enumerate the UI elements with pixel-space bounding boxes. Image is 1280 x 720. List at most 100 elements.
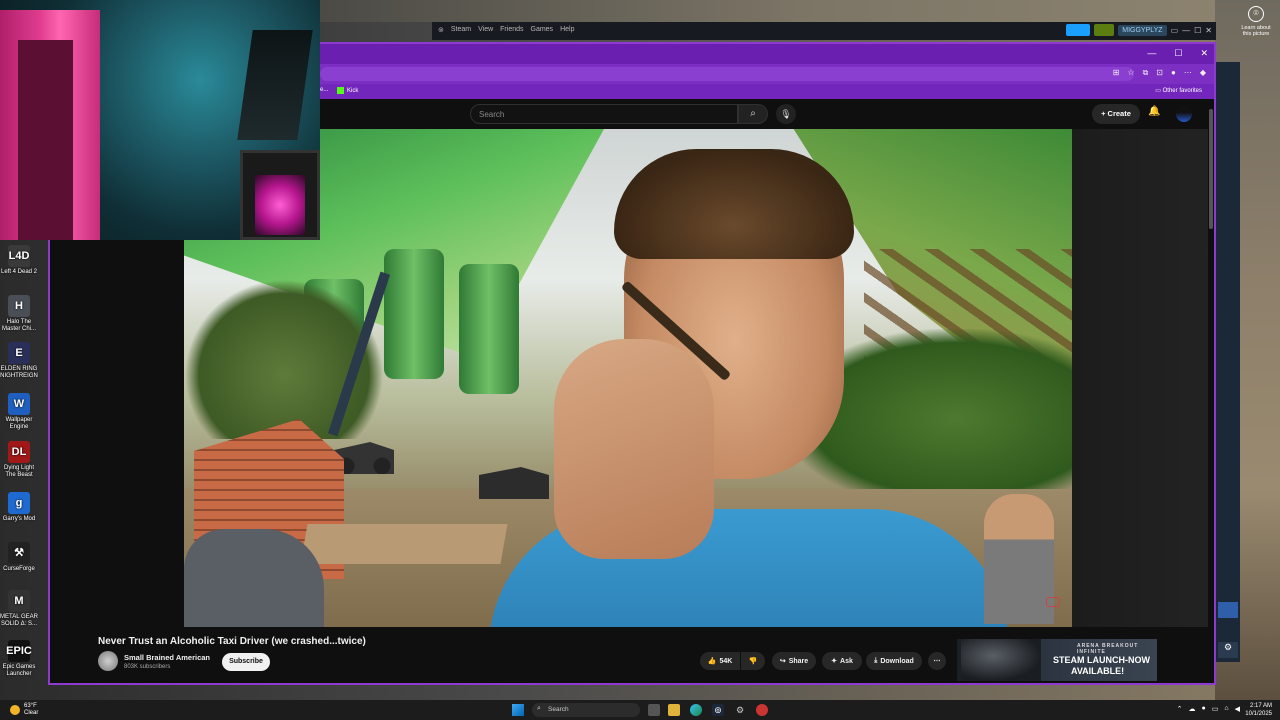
more-actions-button[interactable]: ⋯ bbox=[928, 652, 946, 670]
favorite-kick-label: Kick bbox=[347, 87, 359, 94]
video-side-panel bbox=[1072, 129, 1214, 627]
ask-button[interactable]: ✦ Ask bbox=[822, 652, 862, 670]
steam-menu-help[interactable]: Help bbox=[560, 26, 574, 34]
desktop-icon[interactable]: L4D Left 4 Dead 2 bbox=[0, 245, 38, 276]
other-favorites[interactable]: ▭ Other favorites bbox=[1155, 87, 1202, 94]
maximize-icon[interactable]: ☐ bbox=[1174, 48, 1182, 59]
app-icon: H bbox=[8, 295, 30, 317]
more-icon[interactable]: ⋯ bbox=[1184, 68, 1192, 78]
search-input[interactable]: Search bbox=[470, 104, 738, 124]
subscribe-button[interactable]: Subscribe bbox=[222, 653, 270, 671]
steam-user-menu[interactable]: MIGGYPLYZ bbox=[1118, 24, 1167, 36]
desktop-icon[interactable]: EPIC Epic Games Launcher bbox=[0, 640, 38, 678]
favorite-truncated[interactable]: e... bbox=[320, 87, 328, 93]
copilot-icon[interactable]: ◆ bbox=[1200, 68, 1206, 78]
task-view-icon[interactable] bbox=[648, 704, 660, 716]
volume-icon[interactable]: ◀ bbox=[1235, 705, 1240, 713]
clock[interactable]: 2:17 AM 10/1/2025 bbox=[1245, 702, 1272, 718]
steam-icon[interactable]: ⊚ bbox=[712, 704, 724, 716]
like-button[interactable]: 👍 54K bbox=[700, 652, 740, 670]
ad-banner[interactable]: ARENA BREAKOUT INFINITE STEAM LAUNCH-NOW… bbox=[957, 639, 1157, 681]
clock-time: 2:17 AM bbox=[1249, 703, 1272, 709]
close-icon[interactable]: ✕ bbox=[1200, 48, 1208, 59]
account-avatar[interactable] bbox=[1176, 106, 1192, 122]
close-icon[interactable]: ✕ bbox=[1205, 26, 1212, 35]
thumbs-down-icon: 👎 bbox=[748, 658, 758, 665]
desktop-icon[interactable]: g Garry's Mod bbox=[0, 492, 38, 523]
split-screen-icon[interactable]: ⊞ bbox=[1113, 68, 1120, 78]
security-icon[interactable]: ● bbox=[1202, 705, 1206, 713]
start-button[interactable] bbox=[512, 704, 524, 716]
minimize-icon[interactable]: — bbox=[1182, 26, 1190, 35]
steam-menu-view[interactable]: View bbox=[478, 26, 493, 34]
maximize-icon[interactable]: ☐ bbox=[1194, 26, 1201, 35]
scene-can bbox=[384, 249, 444, 379]
desktop-icon[interactable]: H Halo The Master Chi... bbox=[0, 295, 38, 333]
download-button[interactable]: ⤓ Download bbox=[866, 652, 922, 670]
channel-name[interactable]: Small Brained American bbox=[124, 653, 210, 662]
steam-menu-games[interactable]: Games bbox=[531, 26, 554, 34]
channel-avatar[interactable] bbox=[98, 651, 118, 671]
desktop-icon[interactable]: ⚒ CurseForge bbox=[0, 542, 38, 573]
desktop-icon-label: METAL GEAR SOLID Δ: S... bbox=[0, 614, 39, 627]
weather-condition: Clear bbox=[24, 710, 39, 716]
dislike-button[interactable]: 👎 bbox=[741, 652, 765, 670]
clock-date: 10/1/2025 bbox=[1245, 711, 1272, 717]
notifications-bell-icon[interactable]: 🔔 bbox=[1148, 106, 1160, 117]
webcam-door-panel bbox=[18, 40, 73, 240]
scene-person bbox=[184, 529, 324, 627]
app-icon: L4D bbox=[8, 245, 30, 267]
minimize-icon[interactable]: — bbox=[1147, 48, 1156, 59]
learn-about-picture[interactable]: ⌾ Learn about this picture bbox=[1236, 6, 1276, 37]
steam-menu-steam[interactable]: Steam bbox=[451, 26, 471, 34]
favorite-kick[interactable]: Kick bbox=[337, 87, 358, 94]
desktop-icon[interactable]: E ELDEN RING NIGHTREIGN bbox=[0, 342, 38, 380]
scene-table bbox=[300, 524, 508, 564]
desktop-icon[interactable]: M METAL GEAR SOLID Δ: S... bbox=[0, 590, 38, 628]
network-icon[interactable]: ⌂ bbox=[1224, 705, 1228, 713]
steam-bigpicture-icon[interactable]: ▭ bbox=[1171, 26, 1179, 35]
collections-icon[interactable]: ⊡ bbox=[1156, 68, 1163, 78]
scene-hand bbox=[554, 339, 714, 559]
share-button[interactable]: ↪ Share bbox=[772, 652, 816, 670]
steam-window-titlebar: ⊚ Steam View Friends Games Help MIGGYPLY… bbox=[432, 22, 1216, 40]
subscriber-count: 803K subscribers bbox=[124, 664, 171, 670]
channel-watermark-icon[interactable] bbox=[1046, 597, 1060, 607]
steam-menu-friends[interactable]: Friends bbox=[500, 26, 523, 34]
scene-can bbox=[459, 264, 519, 394]
favorite-star-icon[interactable]: ☆ bbox=[1127, 68, 1134, 78]
scene-hair bbox=[614, 149, 854, 259]
file-explorer-icon[interactable] bbox=[668, 704, 680, 716]
kick-icon bbox=[337, 87, 344, 94]
create-button[interactable]: + Create bbox=[1092, 104, 1140, 124]
download-icon: ⤓ bbox=[874, 657, 878, 664]
steam-gear-icon[interactable]: ⚙ bbox=[1218, 642, 1238, 658]
mic-icon: 🎙 bbox=[780, 109, 792, 119]
more-icon: ⋯ bbox=[933, 658, 941, 665]
desktop-icon[interactable]: DL Dying Light The Beast bbox=[0, 441, 38, 479]
search-button[interactable]: ⌕ bbox=[738, 104, 768, 124]
steam-announcement-button[interactable] bbox=[1066, 24, 1091, 36]
desktop-icon-label: CurseForge bbox=[3, 566, 35, 572]
desktop-icon-label: Garry's Mod bbox=[2, 516, 36, 522]
extensions-icon[interactable]: ⧉ bbox=[1143, 68, 1149, 78]
display-icon[interactable]: ▭ bbox=[1212, 705, 1219, 713]
profile-icon[interactable]: ● bbox=[1171, 68, 1176, 78]
steam-notification-button[interactable] bbox=[1094, 24, 1115, 36]
taskbar-search[interactable]: ⌕ Search bbox=[532, 703, 640, 717]
voice-search-button[interactable]: 🎙 bbox=[776, 104, 796, 124]
settings-icon[interactable]: ⚙ bbox=[734, 704, 746, 716]
app-icon: E bbox=[8, 342, 30, 364]
download-label: Download bbox=[880, 657, 914, 665]
weather-widget[interactable]: 63°F Clear bbox=[10, 703, 38, 717]
onedrive-icon[interactable]: ☁ bbox=[1189, 705, 1196, 713]
edge-icon[interactable] bbox=[690, 704, 702, 716]
steam-logo-icon: ⊚ bbox=[438, 27, 444, 34]
url-field[interactable] bbox=[320, 67, 1134, 81]
app-icon[interactable] bbox=[756, 704, 768, 716]
taskbar: 63°F Clear ⌕ Search ⊚ ⚙ ⌃ ☁ ● ▭ ⌂ ◀ 2:17… bbox=[0, 700, 1280, 720]
scrollbar-thumb[interactable] bbox=[1209, 109, 1213, 229]
page-scrollbar[interactable] bbox=[1208, 99, 1214, 683]
chevron-up-icon[interactable]: ⌃ bbox=[1177, 705, 1183, 713]
desktop-icon[interactable]: W Wallpaper Engine bbox=[0, 393, 38, 431]
